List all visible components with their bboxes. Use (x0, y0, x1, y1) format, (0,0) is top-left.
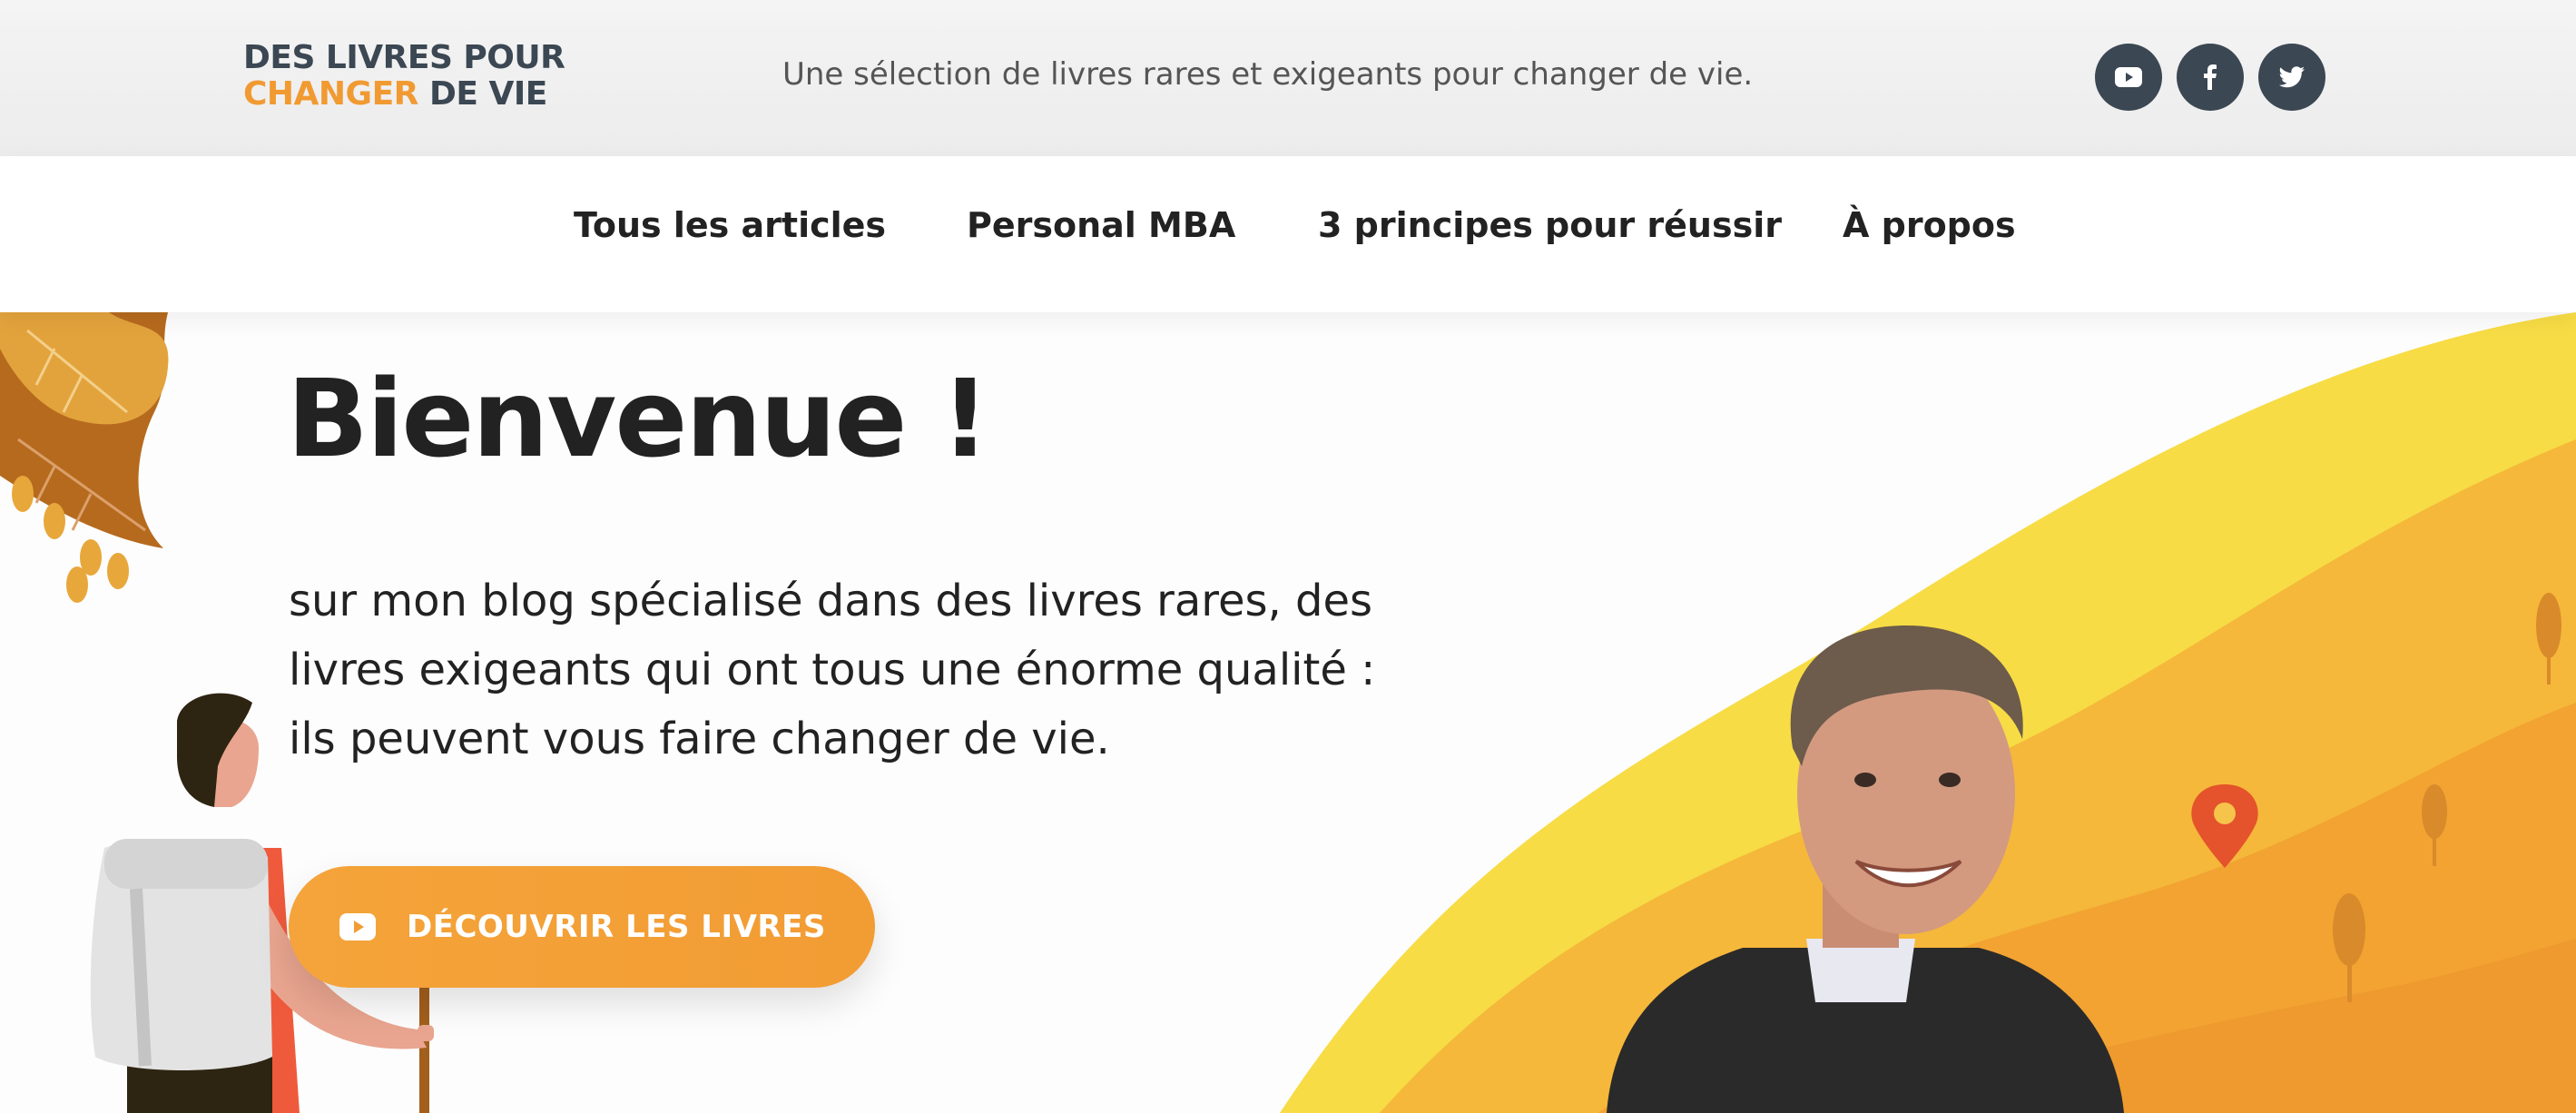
twitter-button[interactable] (2258, 44, 2325, 111)
site-logo[interactable]: DES LIVRES POUR CHANGER DE VIE (243, 40, 565, 113)
facebook-icon (2204, 64, 2217, 90)
youtube-icon (339, 913, 376, 941)
cta-label: DÉCOUVRIR LES LIVRES (407, 909, 826, 945)
hero-text-line: ils peuvent vous faire changer de vie. (289, 714, 1110, 764)
logo-line-1: DES LIVRES POUR (243, 39, 565, 76)
hero-section: Bienvenue ! sur mon blog spécialisé dans… (0, 312, 2576, 1113)
nav-item-personal-mba[interactable]: Personal MBA (967, 205, 1235, 245)
twitter-icon (2279, 66, 2305, 88)
social-links (2095, 44, 2325, 111)
site-tagline: Une sélection de livres rares et exigean… (782, 56, 1754, 93)
nav-item-a-propos[interactable]: À propos (1843, 205, 2016, 245)
youtube-icon (2115, 67, 2142, 87)
facebook-button[interactable] (2177, 44, 2244, 111)
hero-description: sur mon blog spécialisé dans des livres … (289, 566, 1432, 773)
logo-line-2: DE VIE (428, 75, 547, 113)
youtube-button[interactable] (2095, 44, 2162, 111)
discover-books-button[interactable]: DÉCOUVRIR LES LIVRES (289, 866, 875, 988)
nav-item-articles[interactable]: Tous les articles (574, 205, 886, 245)
nav-item-principes[interactable]: 3 principes pour réussir (1318, 205, 1782, 245)
hero-title: Bienvenue ! (287, 356, 989, 481)
hero-text-line: sur mon blog spécialisé dans des livres … (289, 576, 1373, 626)
logo-accent-word: CHANGER (243, 75, 418, 113)
top-bar: DES LIVRES POUR CHANGER DE VIE Une sélec… (0, 0, 2576, 156)
hero-text-line: livres exigeants qui ont tous une énorme… (289, 645, 1376, 695)
main-nav: Tous les articles Personal MBA 3 princip… (0, 156, 2576, 312)
